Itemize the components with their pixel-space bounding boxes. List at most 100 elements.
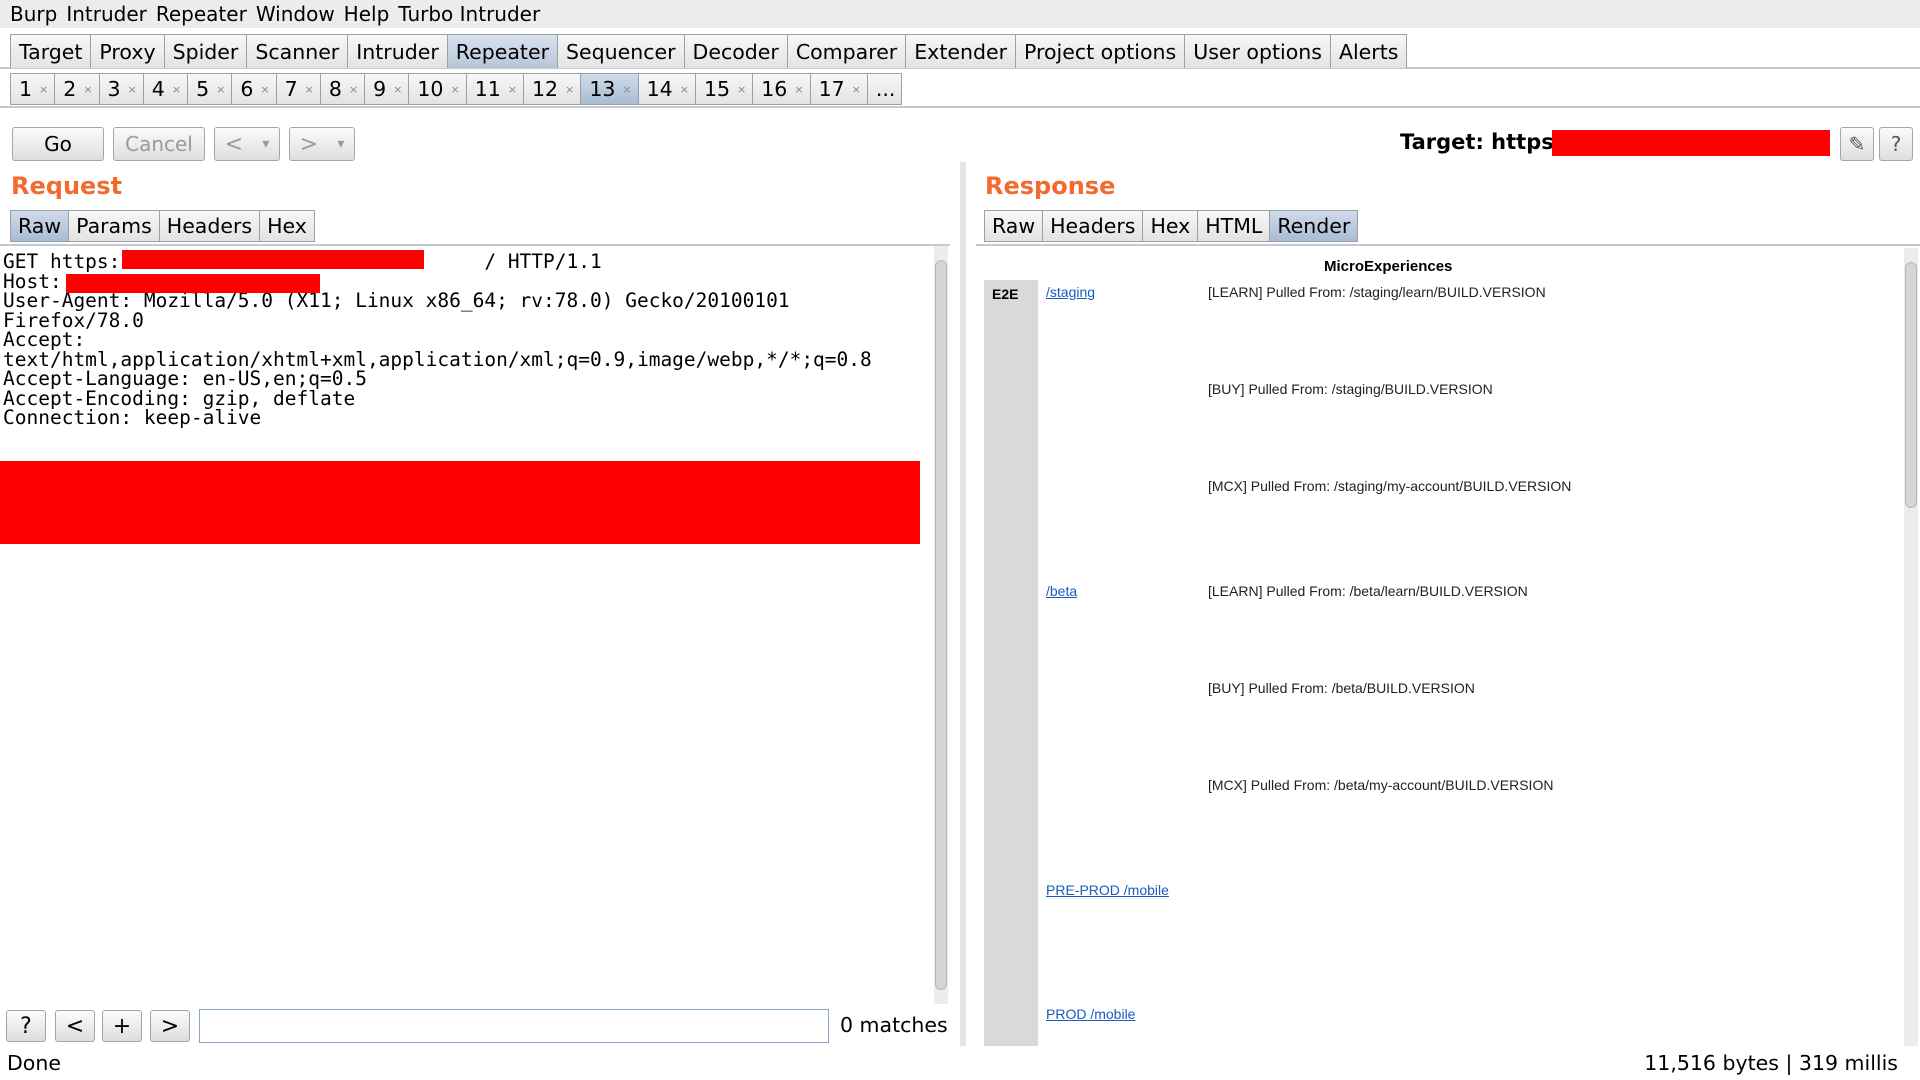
close-icon[interactable]: ×	[39, 83, 48, 96]
request-editor[interactable]: GET https: / HTTP/1.1 Host: User-Agent: Mo…	[0, 244, 950, 1010]
main-tab-row: Target Proxy Spider Scanner Intruder Repeater…	[10, 34, 1408, 68]
tab-sequencer[interactable]: Sequencer	[557, 34, 685, 68]
repeater-tab-16[interactable]: 16 ×	[752, 73, 811, 105]
pre-prod-mobile-link[interactable]: PRE-PROD /mobile	[1046, 882, 1169, 898]
repeater-tab-label: 2	[63, 77, 77, 101]
tab-repeater[interactable]: Repeater	[446, 34, 558, 68]
tab-user-options[interactable]: User options	[1184, 34, 1331, 68]
close-icon[interactable]: ×	[128, 83, 137, 96]
response-tab-html[interactable]: HTML	[1197, 210, 1271, 242]
request-tab-raw[interactable]: Raw	[10, 210, 70, 242]
repeater-tab-label: 16	[761, 77, 788, 101]
tab-decoder[interactable]: Decoder	[683, 34, 788, 68]
help-button[interactable]: ?	[1879, 127, 1913, 161]
tab-intruder[interactable]: Intruder	[347, 34, 448, 68]
response-tab-headers[interactable]: Headers	[1042, 210, 1144, 242]
edit-target-button[interactable]: ✎	[1840, 127, 1874, 161]
close-icon[interactable]: ×	[172, 83, 181, 96]
request-tab-hex[interactable]: Hex	[259, 210, 315, 242]
back-dropdown-icon[interactable]: ▾	[262, 136, 269, 152]
close-icon[interactable]: ×	[680, 83, 689, 96]
close-icon[interactable]: ×	[565, 83, 574, 96]
response-tab-raw[interactable]: Raw	[984, 210, 1044, 242]
request-scroll-thumb[interactable]	[935, 260, 947, 990]
repeater-tab-label: 9	[373, 77, 387, 101]
repeater-tab-9[interactable]: 9 ×	[364, 73, 410, 105]
repeater-tab-5[interactable]: 5 ×	[187, 73, 233, 105]
forward-button[interactable]: > ▾	[289, 127, 355, 161]
staging-mcx-entry: [MCX] Pulled From: /staging/my-account/B…	[1208, 478, 1572, 494]
repeater-tab-6[interactable]: 6 ×	[231, 73, 277, 105]
response-scroll-thumb[interactable]	[1905, 262, 1917, 508]
staging-learn-entry: [LEARN] Pulled From: /staging/learn/BUIL…	[1208, 284, 1546, 300]
menu-repeater[interactable]: Repeater	[156, 2, 247, 26]
tab-target[interactable]: Target	[10, 34, 92, 68]
close-icon[interactable]: ×	[622, 83, 631, 96]
close-icon[interactable]: ×	[349, 83, 358, 96]
target-redaction	[1552, 130, 1830, 156]
repeater-tab-10[interactable]: 10 ×	[408, 73, 467, 105]
repeater-tab-11[interactable]: 11 ×	[465, 73, 525, 105]
tab-scanner[interactable]: Scanner	[246, 34, 349, 68]
close-icon[interactable]: ×	[260, 83, 269, 96]
tab-spider[interactable]: Spider	[163, 34, 248, 68]
panel-splitter[interactable]	[960, 162, 966, 1046]
close-icon[interactable]: ×	[305, 83, 314, 96]
main-tab-bar: Target Proxy Spider Scanner Intruder Repeater…	[0, 32, 1920, 69]
repeater-tab-12[interactable]: 12 ×	[523, 73, 582, 105]
request-scrollbar[interactable]	[934, 246, 948, 1004]
close-icon[interactable]: ×	[393, 83, 402, 96]
request-tab-params[interactable]: Params	[68, 210, 160, 242]
close-icon[interactable]: ×	[83, 83, 92, 96]
target-label: Target: https	[1400, 130, 1554, 154]
repeater-tab-more[interactable]: ...	[866, 73, 903, 105]
repeater-tab-4[interactable]: 4 ×	[142, 73, 189, 105]
staging-link[interactable]: /staging	[1046, 284, 1095, 300]
repeater-tab-3[interactable]: 3 ×	[98, 73, 144, 105]
close-icon[interactable]: ×	[508, 83, 517, 96]
search-next-button[interactable]: >	[150, 1010, 190, 1042]
repeater-tab-8[interactable]: 8 ×	[319, 73, 366, 105]
menu-window[interactable]: Window	[256, 2, 335, 26]
repeater-tab-14[interactable]: 14 ×	[637, 73, 696, 105]
menu-burp[interactable]: Burp	[10, 2, 57, 26]
repeater-tab-15[interactable]: 15 ×	[694, 73, 754, 105]
repeater-tab-bar: 1 × 2 × 3 × 4 × 5 × 6 × 7 × 8 × 9 × 10 × 11 × 12 × 13 × 14 × 15 × 16 × 1…	[0, 71, 1920, 108]
search-prev-button[interactable]: <	[55, 1010, 95, 1042]
back-button[interactable]: < ▾	[214, 127, 280, 161]
forward-dropdown-icon[interactable]: ▾	[337, 136, 344, 152]
repeater-tab-7[interactable]: 7 ×	[275, 73, 321, 105]
tab-project-options[interactable]: Project options	[1015, 34, 1186, 68]
repeater-tab-label: 8	[328, 77, 342, 101]
go-button[interactable]: Go	[12, 127, 104, 161]
menu-intruder[interactable]: Intruder	[66, 2, 147, 26]
tab-alerts[interactable]: Alerts	[1329, 34, 1408, 68]
prod-mobile-link[interactable]: PROD /mobile	[1046, 1006, 1135, 1022]
close-icon[interactable]: ×	[216, 83, 225, 96]
search-help-button[interactable]: ?	[6, 1010, 46, 1042]
menu-turbo-intruder[interactable]: Turbo Intruder	[398, 2, 540, 26]
repeater-tab-1[interactable]: 1 ×	[10, 73, 56, 105]
close-icon[interactable]: ×	[852, 83, 861, 96]
response-tab-render[interactable]: Render	[1269, 210, 1359, 242]
repeater-tab-label: 12	[532, 77, 559, 101]
repeater-tab-17[interactable]: 17 ×	[809, 73, 868, 105]
menu-help[interactable]: Help	[344, 2, 390, 26]
response-tab-hex[interactable]: Hex	[1142, 210, 1199, 242]
repeater-tab-13[interactable]: 13 ×	[580, 73, 639, 105]
request-line: Connection: keep-alive	[3, 406, 262, 429]
repeater-tab-2[interactable]: 2 ×	[54, 73, 100, 105]
tab-proxy[interactable]: Proxy	[90, 34, 165, 68]
search-input[interactable]	[199, 1009, 829, 1043]
beta-link[interactable]: /beta	[1046, 583, 1077, 599]
request-tab-headers[interactable]: Headers	[158, 210, 261, 242]
cancel-button[interactable]: Cancel	[113, 127, 205, 161]
response-scrollbar[interactable]	[1904, 248, 1918, 1046]
tab-comparer[interactable]: Comparer	[786, 34, 907, 68]
close-icon[interactable]: ×	[450, 83, 459, 96]
headers-redaction	[0, 461, 920, 544]
search-add-button[interactable]: +	[102, 1010, 142, 1042]
close-icon[interactable]: ×	[737, 83, 746, 96]
close-icon[interactable]: ×	[794, 83, 803, 96]
tab-extender[interactable]: Extender	[905, 34, 1017, 68]
